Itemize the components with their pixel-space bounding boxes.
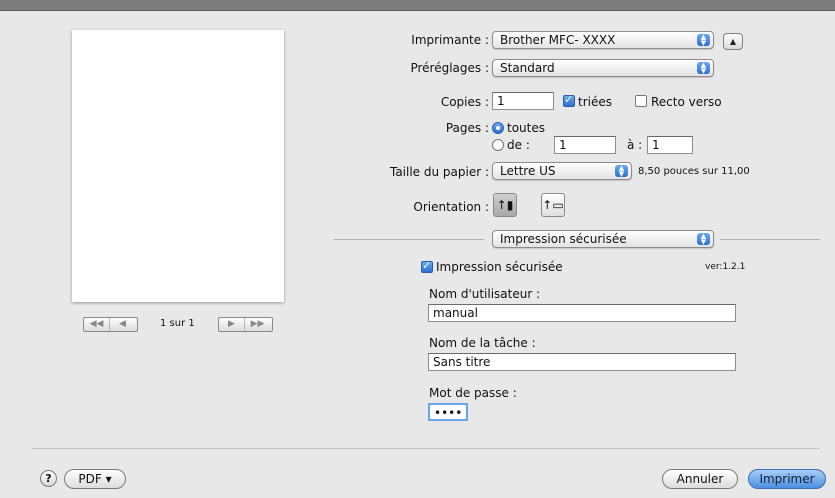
paper-size-select[interactable]: Lettre US ▲ ▼ xyxy=(492,162,632,180)
footer-separator xyxy=(32,448,820,449)
last-page-icon[interactable]: ▶▶ xyxy=(245,318,270,331)
printer-label: Imprimante : xyxy=(411,33,489,47)
password-label: Mot de passe : xyxy=(429,386,517,400)
presets-select[interactable]: Standard ▲ ▼ xyxy=(492,59,714,77)
expand-dialog-button[interactable]: ▲ xyxy=(723,33,743,50)
panel-select[interactable]: Impression sécurisée ▲ ▼ xyxy=(492,230,714,248)
collated-checkbox[interactable] xyxy=(563,93,575,107)
jobname-label: Nom de la tâche : xyxy=(429,336,536,350)
jobname-field[interactable]: Sans titre xyxy=(428,353,736,371)
copies-label: Copies : xyxy=(440,95,489,109)
cancel-button[interactable]: Annuler xyxy=(662,469,738,489)
duplex-label: Recto verso xyxy=(651,95,722,109)
pdf-menu-button[interactable]: PDF ▾ xyxy=(64,469,126,489)
presets-select-value: Standard xyxy=(500,61,555,75)
username-field[interactable]: manual xyxy=(428,304,736,322)
pages-from-field[interactable]: 1 xyxy=(554,136,616,154)
disclosure-up-icon: ▲ xyxy=(729,37,737,46)
separator-left xyxy=(334,239,484,240)
select-arrows-icon: ▲ ▼ xyxy=(697,34,710,47)
preview-forward-buttons[interactable]: ▶ ▶▶ xyxy=(218,317,273,332)
pages-label: Pages : xyxy=(445,121,489,135)
page-counter: 1 sur 1 xyxy=(160,318,195,329)
select-arrows-icon: ▲ ▼ xyxy=(615,165,628,178)
copies-field[interactable]: 1 xyxy=(492,92,554,110)
username-label: Nom d'utilisateur : xyxy=(429,287,541,301)
orientation-landscape-button[interactable]: ↑▭ xyxy=(541,193,565,217)
separator-right xyxy=(720,239,820,240)
next-page-icon[interactable]: ▶ xyxy=(219,318,245,331)
paper-size-select-value: Lettre US xyxy=(500,164,556,178)
preview-back-buttons[interactable]: ◀◀ ◀ xyxy=(83,317,138,332)
pages-all-radio[interactable] xyxy=(492,122,504,134)
landscape-icon: ↑▭ xyxy=(542,198,564,212)
duplex-checkbox[interactable] xyxy=(635,95,647,107)
printer-select[interactable]: Brother MFC- XXXX ▲ ▼ xyxy=(492,31,714,49)
orientation-label: Orientation : xyxy=(413,200,489,214)
paper-size-label: Taille du papier : xyxy=(389,165,489,179)
select-arrows-icon: ▲ ▼ xyxy=(697,233,710,246)
first-page-icon[interactable]: ◀◀ xyxy=(84,318,110,331)
previous-page-icon[interactable]: ◀ xyxy=(110,318,135,331)
printer-select-value: Brother MFC- XXXX xyxy=(500,33,616,47)
orientation-portrait-button[interactable]: ↑▮ xyxy=(493,193,517,217)
secure-print-checkbox[interactable] xyxy=(421,259,433,273)
print-button[interactable]: Imprimer xyxy=(748,469,826,489)
secure-print-label: Impression sécurisée xyxy=(436,260,563,274)
presets-label: Préréglages : xyxy=(410,61,489,75)
help-button[interactable]: ? xyxy=(40,470,57,487)
pages-to-field[interactable]: 1 xyxy=(647,136,693,154)
collated-label: triées xyxy=(578,95,612,109)
pages-range-label: de : xyxy=(507,138,530,152)
page-preview xyxy=(72,30,284,302)
pages-to-label: à : xyxy=(627,138,643,152)
pages-all-label: toutes xyxy=(507,121,545,135)
password-field[interactable]: •••• xyxy=(428,403,468,421)
paper-dimensions: 8,50 pouces sur 11,00 xyxy=(638,166,750,177)
pages-range-radio[interactable] xyxy=(492,139,504,151)
window-top-strip xyxy=(0,0,835,11)
portrait-icon: ↑▮ xyxy=(496,198,514,212)
select-arrows-icon: ▲ ▼ xyxy=(697,62,710,75)
panel-select-value: Impression sécurisée xyxy=(500,232,627,246)
version-label: ver:1.2.1 xyxy=(705,262,746,272)
